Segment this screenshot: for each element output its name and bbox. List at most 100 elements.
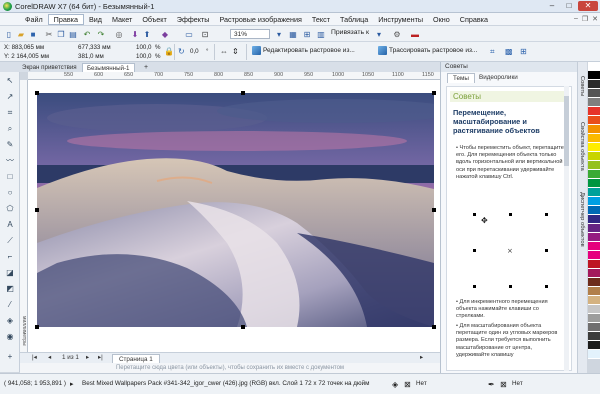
palette-swatch[interactable] (588, 188, 600, 197)
palette-swatch[interactable] (588, 287, 600, 296)
interactive-fill-icon[interactable]: ◈ (4, 316, 16, 326)
publish-pdf-icon[interactable]: ◆ (160, 29, 170, 39)
zoom-level-icon[interactable]: ⊡ (200, 29, 210, 39)
redo-icon[interactable]: ↷ (96, 29, 106, 39)
x-position-field[interactable]: X: 883,065 мм (4, 44, 44, 51)
palette-swatch[interactable] (588, 323, 600, 332)
export-icon[interactable]: ⬆ (142, 29, 152, 39)
palette-swatch[interactable] (588, 134, 600, 143)
palette-swatch[interactable] (588, 98, 600, 107)
palette-swatch[interactable] (588, 89, 600, 98)
palette-swatch[interactable] (588, 125, 600, 134)
palette-swatch[interactable] (588, 179, 600, 188)
view-icon[interactable]: ▦ (288, 29, 298, 39)
palette-swatch[interactable] (588, 170, 600, 179)
menu-view[interactable]: Вид (84, 15, 107, 24)
tab-welcome-screen[interactable]: Экран приветствия (18, 63, 81, 72)
palette-swatch[interactable] (588, 296, 600, 305)
angle-field[interactable]: 0,0 (190, 48, 199, 55)
palette-swatch[interactable] (588, 80, 600, 89)
menu-text[interactable]: Текст (307, 15, 335, 24)
palette-swatch[interactable] (588, 350, 600, 359)
rectangle-tool-icon[interactable]: □ (4, 172, 16, 182)
crop-tool-icon[interactable]: ⌗ (4, 108, 16, 118)
palette-swatch[interactable] (588, 260, 600, 269)
outline-pen-icon[interactable]: ✒ (488, 380, 495, 389)
scroll-thumb[interactable] (564, 96, 569, 166)
more-tools-icon[interactable]: + (4, 352, 16, 362)
menu-table[interactable]: Таблица (335, 15, 373, 24)
last-page-icon[interactable]: ▸| (98, 354, 103, 361)
palette-swatch[interactable] (588, 143, 600, 152)
palette-swatch[interactable] (588, 305, 600, 314)
palette-swatch[interactable] (588, 269, 600, 278)
grid-icon[interactable]: ▥ (316, 29, 326, 39)
menu-file[interactable]: Файл (20, 15, 48, 24)
menu-bitmaps[interactable]: Растровые изображения (214, 15, 306, 24)
edit-bitmap-button[interactable]: Редактировать растровое из... (252, 46, 355, 55)
palette-swatch[interactable] (588, 161, 600, 170)
menu-effects[interactable]: Эффекты (172, 15, 215, 24)
height-field[interactable]: 381,0 мм (78, 53, 104, 60)
search-content-icon[interactable]: ◎ (114, 29, 124, 39)
eyedropper-icon[interactable]: ⁄ (4, 300, 16, 310)
transparency-icon[interactable]: ◩ (4, 284, 16, 294)
next-page-icon[interactable]: ▸ (86, 354, 89, 361)
palette-swatch[interactable] (588, 278, 600, 287)
rotate-icon[interactable]: ↻ (178, 47, 185, 56)
options-icon[interactable]: ⚙ (392, 29, 402, 39)
palette-swatch[interactable] (588, 206, 600, 215)
ellipse-tool-icon[interactable]: ○ (4, 188, 16, 198)
palette-swatch[interactable] (588, 224, 600, 233)
doc-restore-icon[interactable]: ❐ (582, 15, 588, 23)
scroll-right-icon[interactable]: ▸ (420, 354, 423, 361)
palette-swatch[interactable] (588, 233, 600, 242)
side-tab-tips[interactable]: Советы (579, 76, 585, 96)
crop-icon[interactable]: ⌗ (490, 47, 495, 57)
freehand-tool-icon[interactable]: ✎ (4, 140, 16, 150)
rulers-icon[interactable]: ⊞ (302, 29, 312, 39)
pick-tool-icon[interactable]: ↖ (4, 76, 16, 86)
import-icon[interactable]: ⬇ (130, 29, 140, 39)
selection-handle[interactable] (432, 208, 436, 212)
text-tool-icon[interactable]: A (4, 220, 16, 230)
doc-minimize-icon[interactable]: – (574, 15, 578, 23)
selection-handle[interactable] (35, 325, 39, 329)
mirror-vertical-icon[interactable]: ⇕ (232, 47, 239, 56)
selection-handle[interactable] (35, 91, 39, 95)
palette-swatch[interactable] (588, 71, 600, 80)
resample-icon[interactable]: ⊞ (520, 47, 527, 56)
drop-shadow-icon[interactable]: ◪ (4, 268, 16, 278)
palette-swatch[interactable] (588, 107, 600, 116)
zoom-tool-icon[interactable]: ⌕ (4, 124, 16, 134)
tab-topics[interactable]: Темы (447, 73, 475, 83)
prev-page-icon[interactable]: ◂ (48, 354, 51, 361)
palette-swatch[interactable] (588, 341, 600, 350)
paste-icon[interactable]: ▤ (68, 29, 78, 39)
lock-ratio-icon[interactable]: 🔒 (164, 47, 174, 56)
first-page-icon[interactable]: |◂ (32, 354, 37, 361)
connector-tool-icon[interactable]: ⌐ (4, 252, 16, 262)
doc-close-icon[interactable]: ✕ (592, 15, 598, 23)
scale-x-field[interactable]: 100,0 (136, 44, 151, 51)
palette-swatch[interactable] (588, 242, 600, 251)
menu-edit[interactable]: Правка (47, 13, 84, 25)
docker-scrollbar[interactable] (564, 86, 569, 371)
selection-handle[interactable] (241, 91, 245, 95)
selection-handle[interactable] (35, 208, 39, 212)
scale-y-field[interactable]: 100,0 (136, 53, 151, 60)
snap-to-button[interactable]: Привязать к (331, 29, 369, 36)
parallel-dimension-icon[interactable]: ⟋ (4, 236, 16, 246)
minimize-icon[interactable]: – (544, 1, 560, 11)
close-icon[interactable]: ✕ (578, 1, 598, 11)
save-icon[interactable]: ■ (28, 29, 38, 39)
palette-swatch[interactable] (588, 116, 600, 125)
new-document-icon[interactable]: ▯ (4, 29, 14, 39)
tab-videos[interactable]: Видеоролики (474, 73, 523, 83)
bitmap-mask-icon[interactable]: ▩ (505, 47, 513, 56)
full-screen-icon[interactable]: ▭ (184, 29, 194, 39)
smart-fill-icon[interactable]: ◉ (4, 332, 16, 342)
side-tab-object-properties[interactable]: Свойства объекта (579, 122, 585, 171)
selection-handle[interactable] (241, 325, 245, 329)
snap-dropdown-icon[interactable]: ▾ (374, 29, 384, 39)
